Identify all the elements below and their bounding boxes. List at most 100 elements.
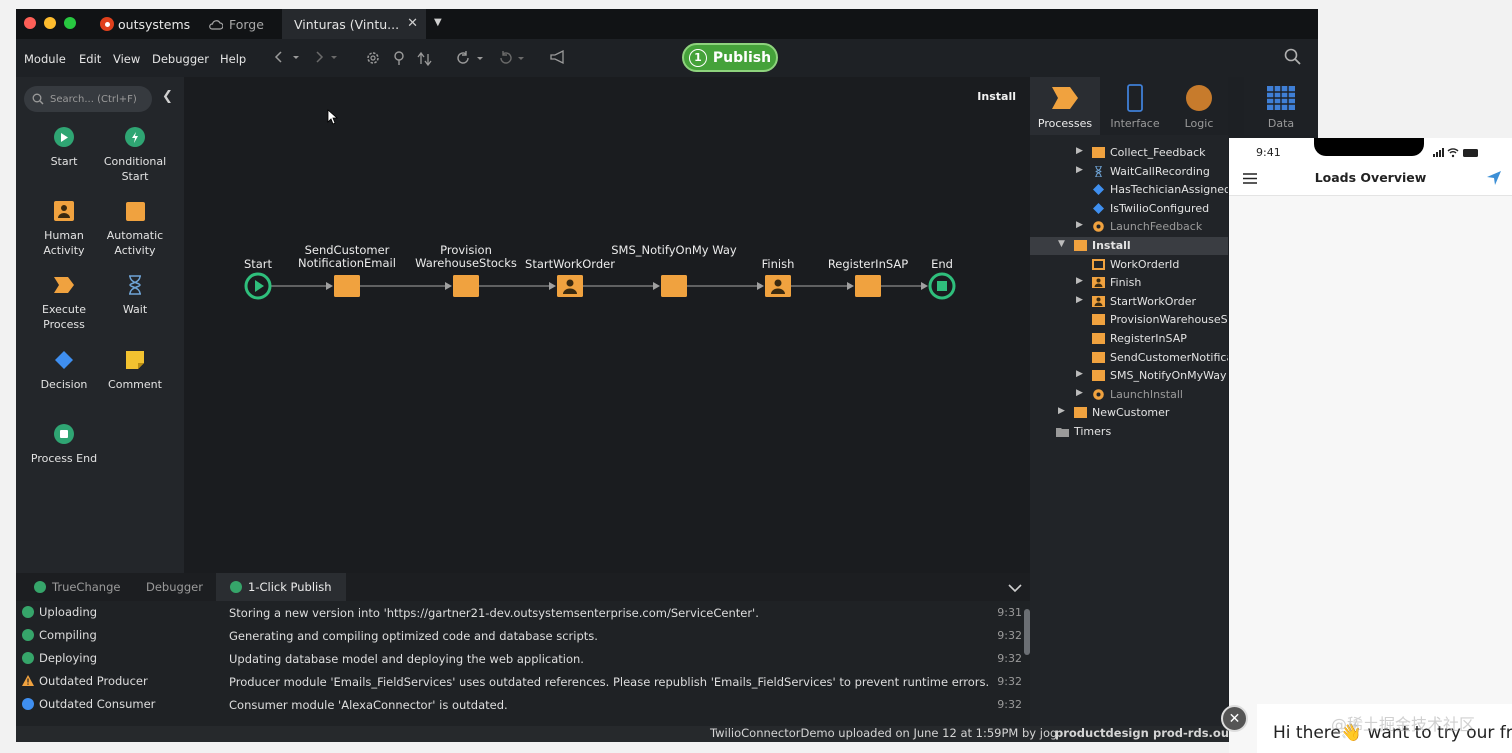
debug-pin-icon[interactable] <box>392 50 406 66</box>
tree-item[interactable]: RegisterInSAP <box>1030 330 1228 348</box>
tab-menu-chevron-icon[interactable]: ▼ <box>434 17 442 28</box>
tool-comment-label: Comment <box>108 378 162 391</box>
close-tab-icon[interactable]: ✕ <box>407 16 418 31</box>
flow-node-human[interactable] <box>557 275 583 297</box>
tree-item[interactable]: IsTwilioConfigured <box>1030 200 1228 218</box>
tool-automatic-activity[interactable]: Automatic Activity <box>96 201 174 258</box>
tool-process-end[interactable]: Process End <box>25 424 103 466</box>
log-time: 9:32 <box>997 698 1022 711</box>
minimize-window-button[interactable] <box>44 17 56 29</box>
title-bar: outsystems Forge Vinturas (Vintu... ✕ ▼ <box>16 9 1318 39</box>
flow-node-automatic[interactable] <box>453 275 479 297</box>
tool-wait[interactable]: Wait <box>96 275 174 317</box>
megaphone-feedback-icon[interactable] <box>549 50 567 64</box>
bottom-panel-tabs: TrueChange Debugger 1-Click Publish <box>16 573 1030 601</box>
menu-module[interactable]: Module <box>24 52 66 66</box>
process-flow-canvas[interactable]: Install Start SendCustomer NotificationEm… <box>184 77 1030 573</box>
undo-icon[interactable] <box>456 50 486 66</box>
menu-edit[interactable]: Edit <box>79 52 101 66</box>
tab-logic[interactable]: Logic <box>1170 77 1228 135</box>
tab-interface[interactable]: Interface <box>1100 77 1170 135</box>
menu-view[interactable]: View <box>113 52 140 66</box>
toolbox-search-input[interactable]: Search... (Ctrl+F) <box>24 86 152 112</box>
collapsed-arrow-icon[interactable]: ▶ <box>1076 165 1083 175</box>
flow-node-start[interactable] <box>244 272 272 300</box>
tab-forge[interactable]: Forge <box>208 9 264 39</box>
collapsed-arrow-icon[interactable]: ▶ <box>1076 220 1083 230</box>
tree-item-label: RegisterInSAP <box>1110 332 1187 345</box>
collapse-toolbox-icon[interactable]: ❮ <box>162 89 173 104</box>
tree-item[interactable]: ▶ SMS_NotifyOnMyWay <box>1030 367 1228 385</box>
process-end-icon <box>54 424 74 444</box>
menu-help[interactable]: Help <box>220 52 246 66</box>
tab-debugger[interactable]: Debugger <box>146 573 203 601</box>
tree-item-label: SendCustomerNotifica <box>1110 350 1228 364</box>
navigation-arrow-icon[interactable] <box>1486 170 1502 186</box>
step-over-icon[interactable] <box>417 50 433 66</box>
tree-item-label: ProvisionWarehouseSt <box>1110 313 1228 327</box>
collapsed-arrow-icon[interactable]: ▶ <box>1076 295 1083 305</box>
flow-node-automatic[interactable] <box>855 275 881 297</box>
tool-execute-process[interactable]: Execute Process <box>25 275 103 332</box>
tree-item[interactable]: Timers <box>1030 423 1228 441</box>
search-icon[interactable] <box>1284 48 1302 66</box>
tab-1-click-publish[interactable]: 1-Click Publish <box>216 573 346 601</box>
tool-conditional-start[interactable]: Conditional Start <box>96 127 174 184</box>
tree-item-label: Timers <box>1074 425 1112 438</box>
tab-processes[interactable]: Processes <box>1030 77 1100 135</box>
tool-wait-label: Wait <box>122 303 148 316</box>
tree-item[interactable]: SendCustomerNotifica <box>1030 349 1228 367</box>
close-window-button[interactable] <box>24 17 36 29</box>
collapsed-arrow-icon[interactable]: ▶ <box>1076 146 1083 156</box>
tree-item-label: SMS_NotifyOnMyWay <box>1110 369 1227 383</box>
log-message: Producer module 'Emails_FieldServices' u… <box>229 675 990 689</box>
phone-preview: 9:41 Loads Overview <box>1229 138 1512 753</box>
tab-vinturas[interactable]: Vinturas (Vintu... ✕ <box>282 9 426 39</box>
team-name[interactable]: productdesign <box>1055 726 1149 740</box>
tool-decision[interactable]: Decision <box>25 350 103 392</box>
tree-item[interactable]: ▶ Finish <box>1030 274 1228 292</box>
tool-human-activity[interactable]: Human Activity <box>25 201 103 258</box>
forward-navigation-icon[interactable] <box>314 50 344 64</box>
tree-item[interactable]: ProvisionWarehouseSt <box>1030 311 1228 329</box>
phone-status-icons <box>1433 148 1478 158</box>
menu-debugger[interactable]: Debugger <box>152 52 209 66</box>
tree-item-label: StartWorkOrder <box>1110 294 1196 308</box>
collapsed-arrow-icon[interactable]: ▶ <box>1076 388 1083 398</box>
log-row: Outdated Consumer Consumer module 'Alexa… <box>16 693 1030 716</box>
tree-item[interactable]: ▼ Install <box>1030 237 1228 255</box>
tree-item[interactable]: WorkOrderId <box>1030 256 1228 274</box>
tree-item[interactable]: ▶ Collect_Feedback <box>1030 144 1228 162</box>
tree-item[interactable]: ▶ NewCustomer <box>1030 404 1228 422</box>
tab-data[interactable]: Data <box>1244 77 1318 135</box>
tree-item[interactable]: ▶ LaunchFeedback <box>1030 218 1228 236</box>
tool-start[interactable]: Start <box>25 127 103 169</box>
collapsed-arrow-icon[interactable]: ▶ <box>1076 369 1083 379</box>
maximize-window-button[interactable] <box>64 17 76 29</box>
settings-gear-icon[interactable] <box>365 50 381 66</box>
back-navigation-icon[interactable] <box>274 50 304 64</box>
tree-item[interactable]: HasTechicianAssigned <box>1030 181 1228 199</box>
tab-truechange[interactable]: TrueChange <box>34 573 120 601</box>
tree-item[interactable]: ▶ StartWorkOrder <box>1030 293 1228 311</box>
collapsed-arrow-icon[interactable]: ▶ <box>1076 276 1083 286</box>
flow-node-end[interactable] <box>928 272 956 300</box>
chat-close-button[interactable]: ✕ <box>1221 705 1248 732</box>
comment-icon <box>126 351 144 369</box>
publish-button[interactable]: 1 Publish <box>682 43 778 72</box>
collapse-panel-chevron-icon[interactable] <box>1008 583 1022 593</box>
expanded-arrow-icon[interactable]: ▼ <box>1058 239 1065 249</box>
flow-node-automatic[interactable] <box>334 275 360 297</box>
tree-item-label: WorkOrderId <box>1110 257 1180 271</box>
tab-interface-label: Interface <box>1110 117 1160 130</box>
tree-item[interactable]: ▶ LaunchInstall <box>1030 386 1228 404</box>
tool-comment[interactable]: Comment <box>96 350 174 392</box>
redo-icon[interactable] <box>498 50 528 66</box>
flow-node-automatic[interactable] <box>661 275 687 297</box>
phone-notch <box>1314 138 1424 156</box>
flow-node-human[interactable] <box>765 275 791 297</box>
tool-start-label: Start <box>50 155 78 168</box>
phone-screen-title: Loads Overview <box>1314 170 1427 185</box>
collapsed-arrow-icon[interactable]: ▶ <box>1058 406 1065 416</box>
tree-item[interactable]: ▶ WaitCallRecording <box>1030 163 1228 181</box>
